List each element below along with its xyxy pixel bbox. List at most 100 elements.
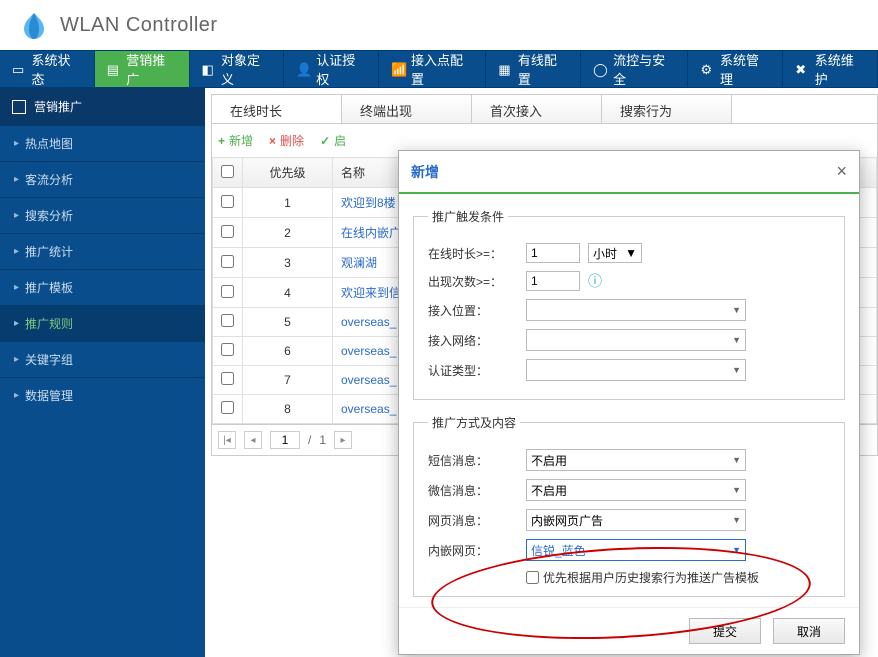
nav-system-status[interactable]: ▭系统状态 [0, 51, 95, 87]
net-select[interactable]: ▼ [526, 329, 746, 351]
cell-priority: 5 [243, 308, 333, 337]
user-icon: 👤 [296, 62, 310, 76]
sidebar-item-template[interactable]: ▸推广模板 [0, 269, 205, 305]
prev-page-button[interactable]: ◂ [244, 431, 262, 449]
cell-priority: 6 [243, 337, 333, 366]
chevron-right-icon: ▸ [14, 246, 19, 257]
sidebar-item-stats[interactable]: ▸推广统计 [0, 233, 205, 269]
sidebar: 营销推广 ▸热点地图 ▸客流分析 ▸搜索分析 ▸推广统计 ▸推广模板 ▸推广规则… [0, 88, 205, 657]
count-input[interactable] [526, 271, 580, 291]
web-select[interactable]: 内嵌网页广告▼ [526, 509, 746, 531]
nav-marketing[interactable]: ▤营销推广 [95, 51, 190, 87]
wrench-icon: ✖ [795, 62, 809, 76]
app-logo-icon [18, 9, 50, 41]
nav-flow-security[interactable]: ◯流控与安全 [581, 51, 688, 87]
chevron-right-icon: ▸ [14, 282, 19, 293]
tab-first-access[interactable]: 首次接入 [472, 95, 602, 123]
pos-label: 接入位置： [428, 302, 518, 319]
row-checkbox[interactable] [221, 314, 234, 327]
auth-label: 认证类型： [428, 362, 518, 379]
sidebar-item-keywords[interactable]: ▸关键字组 [0, 341, 205, 377]
x-icon: × [269, 134, 276, 148]
add-button[interactable]: +新增 [218, 132, 253, 149]
row-checkbox[interactable] [221, 195, 234, 208]
row-checkbox[interactable] [221, 255, 234, 268]
web-label: 网页消息： [428, 512, 518, 529]
cell-priority: 2 [243, 218, 333, 248]
rule-link[interactable]: 欢迎到8楼 [341, 196, 396, 210]
net-label: 接入网络： [428, 332, 518, 349]
history-checkbox[interactable] [526, 571, 539, 584]
cell-priority: 8 [243, 395, 333, 424]
online-unit-select[interactable]: 小时▼ [588, 243, 642, 263]
sidebar-header: 营销推广 [0, 88, 205, 125]
rule-link[interactable]: 观澜湖 [341, 256, 377, 270]
row-checkbox[interactable] [221, 225, 234, 238]
col-priority[interactable]: 优先级 [243, 158, 333, 188]
close-icon[interactable]: × [836, 161, 847, 182]
select-all-checkbox[interactable] [221, 165, 234, 178]
nav-object-define[interactable]: ◧对象定义 [190, 51, 285, 87]
rule-link[interactable]: overseas_ [341, 315, 396, 329]
page-input[interactable] [270, 431, 300, 449]
rule-link[interactable]: overseas_ [341, 402, 396, 416]
rule-link[interactable]: 在线内嵌广 [341, 226, 401, 240]
pos-select[interactable]: ▼ [526, 299, 746, 321]
total-pages: 1 [319, 433, 326, 447]
row-checkbox[interactable] [221, 401, 234, 414]
chevron-right-icon: ▸ [14, 318, 19, 329]
row-checkbox[interactable] [221, 372, 234, 385]
chevron-down-icon: ▼ [732, 305, 741, 315]
chevron-down-icon: ▼ [732, 455, 741, 465]
shield-icon: ◯ [593, 62, 607, 76]
signal-icon: 📶 [391, 62, 405, 76]
rule-link[interactable]: overseas_ [341, 373, 396, 387]
cell-priority: 4 [243, 278, 333, 308]
nav-ap-config[interactable]: 📶接入点配置 [379, 51, 486, 87]
tabs: 在线时长 终端出现 首次接入 搜索行为 [211, 94, 878, 124]
tab-terminal-appear[interactable]: 终端出现 [342, 95, 472, 123]
check-icon: ✓ [320, 134, 330, 148]
chevron-down-icon: ▼ [625, 246, 637, 260]
plus-icon: + [218, 134, 225, 148]
chevron-right-icon: ▸ [14, 210, 19, 221]
chevron-right-icon: ▸ [14, 174, 19, 185]
count-label: 出现次数>=： [428, 273, 518, 290]
submit-button[interactable]: 提交 [689, 618, 761, 644]
first-page-button[interactable]: |◂ [218, 431, 236, 449]
cancel-button[interactable]: 取消 [773, 618, 845, 644]
top-nav: ▭系统状态 ▤营销推广 ◧对象定义 👤认证授权 📶接入点配置 ▦有线配置 ◯流控… [0, 50, 878, 88]
add-dialog: 新增 × 推广触发条件 在线时长>=： 小时▼ 出现次数>=： ⓘ 接入位置： … [398, 150, 860, 655]
sidebar-item-rules[interactable]: ▸推广规则 [0, 305, 205, 341]
sms-select[interactable]: 不启用▼ [526, 449, 746, 471]
embed-select[interactable]: 信锐_蓝色▼ [526, 539, 746, 561]
online-input[interactable] [526, 243, 580, 263]
sidebar-item-search[interactable]: ▸搜索分析 [0, 197, 205, 233]
sidebar-item-traffic[interactable]: ▸客流分析 [0, 161, 205, 197]
sidebar-item-hotmap[interactable]: ▸热点地图 [0, 125, 205, 161]
delete-button[interactable]: ×删除 [269, 132, 304, 149]
wechat-select[interactable]: 不启用▼ [526, 479, 746, 501]
dialog-title: 新增 [411, 162, 439, 182]
chevron-right-icon: ▸ [14, 390, 19, 401]
nav-auth[interactable]: 👤认证授权 [284, 51, 379, 87]
trigger-legend: 推广触发条件 [428, 208, 508, 225]
row-checkbox[interactable] [221, 343, 234, 356]
monitor-icon: ▭ [12, 62, 26, 76]
row-checkbox[interactable] [221, 285, 234, 298]
rule-link[interactable]: 欢迎来到信 [341, 286, 401, 300]
nav-wired-config[interactable]: ▦有线配置 [486, 51, 581, 87]
nav-sys-manage[interactable]: ⚙系统管理 [688, 51, 783, 87]
sidebar-item-data[interactable]: ▸数据管理 [0, 377, 205, 413]
info-icon[interactable]: ⓘ [588, 271, 602, 291]
tab-search-behavior[interactable]: 搜索行为 [602, 95, 732, 123]
tab-online-duration[interactable]: 在线时长 [212, 95, 342, 123]
auth-select[interactable]: ▼ [526, 359, 746, 381]
next-page-button[interactable]: ▸ [334, 431, 352, 449]
note-icon: ▤ [107, 62, 121, 76]
nav-sys-maintain[interactable]: ✖系统维护 [783, 51, 878, 87]
enable-button[interactable]: ✓启 [320, 132, 346, 149]
embed-label: 内嵌网页： [428, 542, 518, 559]
rule-link[interactable]: overseas_ [341, 344, 396, 358]
gear-icon: ⚙ [700, 62, 714, 76]
